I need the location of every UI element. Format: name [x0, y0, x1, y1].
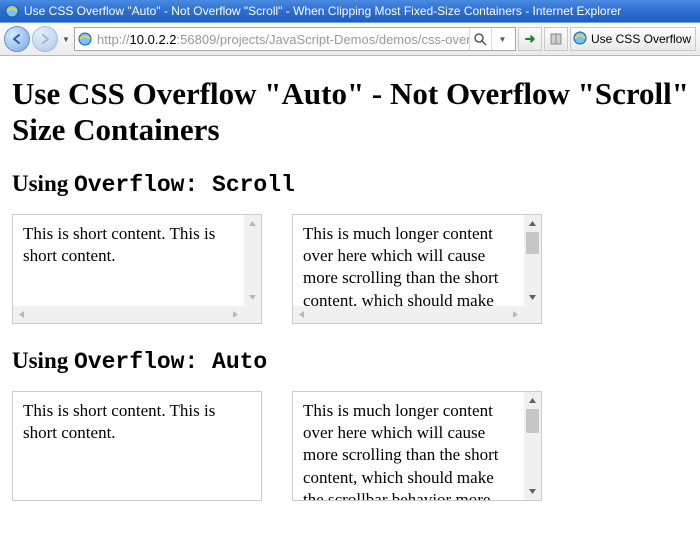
- vertical-scrollbar[interactable]: [524, 392, 541, 500]
- scroll-track[interactable]: [244, 232, 261, 289]
- scroll-thumb[interactable]: [526, 232, 539, 254]
- scrollbar-corner: [244, 306, 261, 323]
- box-content: This is much longer content over here wh…: [293, 392, 524, 500]
- scroll-up-icon[interactable]: [524, 215, 541, 232]
- broken-page-icon: [549, 32, 563, 46]
- address-bar[interactable]: http://10.0.2.2:56809/projects/JavaScrip…: [74, 27, 516, 51]
- scroll-left-icon[interactable]: [293, 306, 310, 323]
- scroll-track[interactable]: [310, 306, 507, 323]
- scroll-left-icon[interactable]: [13, 306, 30, 323]
- url-text[interactable]: http://10.0.2.2:56809/projects/JavaScrip…: [93, 32, 469, 47]
- browser-toolbar: ▼ http://10.0.2.2:56809/projects/JavaScr…: [0, 22, 700, 56]
- window-titlebar: Use CSS Overflow "Auto" - Not Overflow "…: [0, 0, 700, 22]
- ie-logo-icon: [4, 3, 20, 19]
- horizontal-scrollbar[interactable]: [293, 306, 524, 323]
- section-heading-scroll: Using Overflow: Scroll: [12, 171, 688, 198]
- section-heading-auto: Using Overflow: Auto: [12, 348, 688, 375]
- vertical-scrollbar[interactable]: [524, 215, 541, 306]
- window-title: Use CSS Overflow "Auto" - Not Overflow "…: [24, 4, 621, 18]
- box-content: This is much longer content over here wh…: [293, 215, 524, 306]
- scroll-down-icon[interactable]: [524, 483, 541, 500]
- back-button[interactable]: [4, 26, 30, 52]
- horizontal-scrollbar[interactable]: [13, 306, 244, 323]
- box-content: This is short content. This is short con…: [13, 215, 244, 306]
- tab-ie-icon: [573, 31, 587, 48]
- search-icon[interactable]: [469, 28, 491, 50]
- scroll-track[interactable]: [524, 232, 541, 289]
- auto-row: This is short content. This is short con…: [12, 391, 688, 501]
- compat-view-button[interactable]: [544, 27, 568, 51]
- forward-button[interactable]: [32, 26, 58, 52]
- vertical-scrollbar[interactable]: [244, 215, 261, 306]
- scroll-track[interactable]: [524, 409, 541, 483]
- address-dropdown-icon[interactable]: ▼: [491, 28, 513, 50]
- scroll-up-icon[interactable]: [524, 392, 541, 409]
- scroll-right-icon[interactable]: [507, 306, 524, 323]
- tab-label: Use CSS Overflow: [591, 32, 691, 46]
- site-ie-icon: [77, 31, 93, 47]
- box-auto-short: This is short content. This is short con…: [12, 391, 262, 501]
- scroll-track[interactable]: [30, 306, 227, 323]
- scroll-up-icon[interactable]: [244, 215, 261, 232]
- go-button[interactable]: ➜: [518, 27, 542, 51]
- box-auto-long: This is much longer content over here wh…: [292, 391, 542, 501]
- go-arrow-icon: ➜: [525, 31, 536, 47]
- browser-tab[interactable]: Use CSS Overflow: [570, 27, 696, 51]
- scroll-down-icon[interactable]: [524, 289, 541, 306]
- scroll-right-icon[interactable]: [227, 306, 244, 323]
- scroll-thumb[interactable]: [526, 409, 539, 433]
- page-content: Use CSS Overflow "Auto" - Not Overflow "…: [0, 56, 700, 501]
- nav-history-dropdown-icon[interactable]: ▼: [60, 26, 72, 52]
- box-content: This is short content. This is short con…: [23, 400, 251, 444]
- box-scroll-long: This is much longer content over here wh…: [292, 214, 542, 324]
- page-heading: Use CSS Overflow "Auto" - Not Overflow "…: [12, 76, 688, 147]
- scroll-down-icon[interactable]: [244, 289, 261, 306]
- scrollbar-corner: [524, 306, 541, 323]
- scroll-row: This is short content. This is short con…: [12, 214, 688, 324]
- box-scroll-short: This is short content. This is short con…: [12, 214, 262, 324]
